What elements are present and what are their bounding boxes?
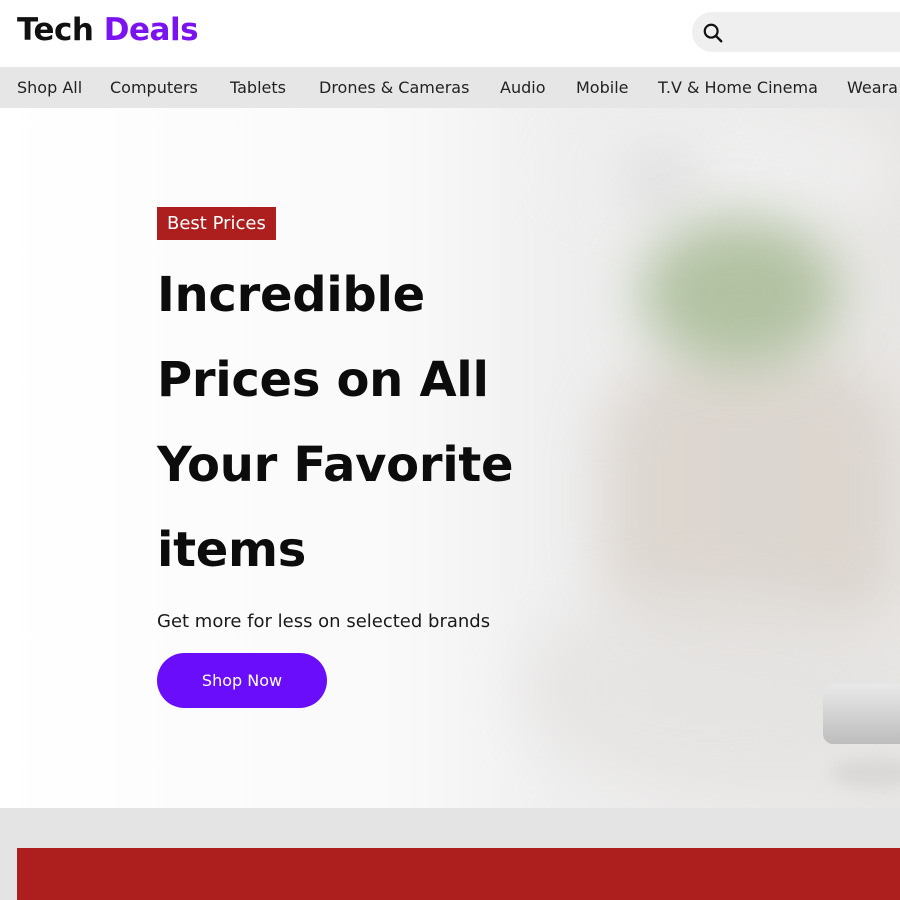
shop-now-button[interactable]: Shop Now	[157, 653, 327, 708]
nav-item-audio[interactable]: Audio	[500, 67, 545, 108]
hero-banner: Best Prices Incredible Prices on All You…	[0, 108, 900, 808]
hero-headline-line: items	[157, 522, 307, 578]
nav-item-drones-cameras[interactable]: Drones & Cameras	[319, 67, 469, 108]
page: Tech Deals Shop All Computers Tablets Dr…	[0, 0, 900, 900]
hero-headline-line: Your Favorite	[157, 437, 514, 493]
site-logo[interactable]: Tech Deals	[17, 12, 199, 48]
hero-background-blur	[620, 148, 700, 208]
hero-headline: Incredible Prices on All Your Favorite i…	[157, 253, 677, 593]
nav-item-mobile[interactable]: Mobile	[576, 67, 628, 108]
hero-subtext: Get more for less on selected brands	[157, 611, 491, 632]
nav-item-computers[interactable]: Computers	[110, 67, 198, 108]
nav-item-tv-home-cinema[interactable]: T.V & Home Cinema	[658, 67, 818, 108]
hero-device-stand	[823, 684, 900, 744]
site-header: Tech Deals	[0, 0, 900, 67]
hero-background-blur	[560, 108, 900, 228]
logo-text-deals: Deals	[103, 12, 199, 48]
nav-item-tablets[interactable]: Tablets	[230, 67, 286, 108]
best-prices-badge: Best Prices	[157, 207, 276, 240]
search-input[interactable]	[692, 12, 900, 52]
hero-headline-line: Incredible	[157, 267, 425, 323]
nav-item-wearables[interactable]: Weara	[847, 67, 898, 108]
search-icon[interactable]	[702, 22, 724, 44]
nav-item-shop-all[interactable]: Shop All	[17, 67, 82, 108]
hero-headline-line: Prices on All	[157, 352, 489, 408]
lower-section	[0, 808, 900, 900]
hero-device-shadow	[830, 758, 900, 788]
logo-text-tech: Tech	[17, 12, 94, 48]
promo-banner[interactable]	[17, 848, 900, 900]
category-nav: Shop All Computers Tablets Drones & Came…	[0, 67, 900, 108]
